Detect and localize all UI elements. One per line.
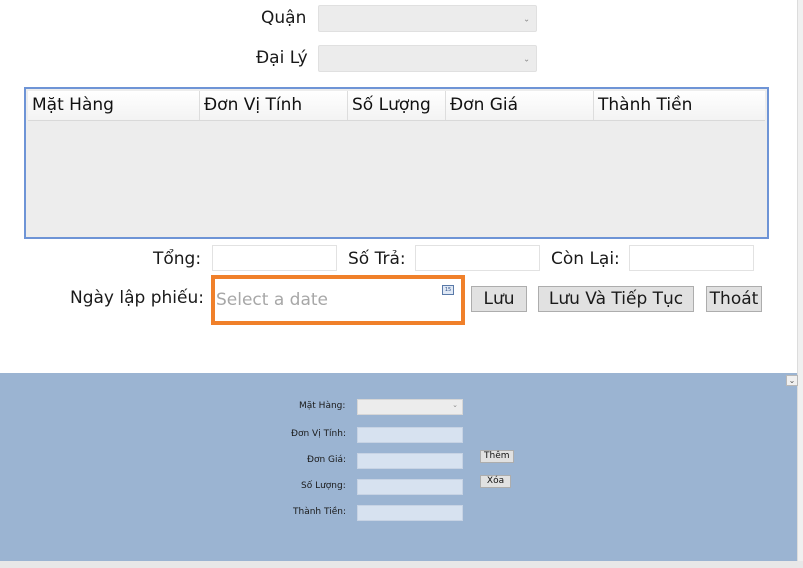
tong-field[interactable] (212, 245, 337, 271)
quan-label: Quận (261, 8, 307, 28)
thoat-button[interactable]: Thoát (706, 286, 762, 312)
panel-thanh-tien-field[interactable] (357, 505, 463, 521)
dai-ly-combobox[interactable]: ⌄ (318, 45, 537, 72)
ngay-lap-phieu-label: Ngày lập phiếu: (70, 288, 204, 308)
window-edge (797, 0, 803, 568)
column-header-don-vi-tinh[interactable]: Đơn Vị Tính (200, 91, 348, 120)
chevron-down-icon: ⌄ (523, 54, 530, 63)
so-tra-field[interactable] (415, 245, 540, 271)
them-button[interactable]: Thêm (480, 450, 514, 463)
con-lai-label: Còn Lại: (551, 249, 620, 269)
luu-button[interactable]: Lưu (471, 286, 527, 312)
collapse-panel-icon[interactable]: ⌄ (786, 375, 798, 386)
so-tra-label: Số Trả: (348, 249, 406, 269)
quan-combobox[interactable]: ⌄ (318, 5, 537, 32)
panel-mat-hang-combobox[interactable]: ⌄ (357, 399, 463, 415)
chevron-down-icon: ⌄ (523, 14, 530, 23)
column-header-don-gia[interactable]: Đơn Giá (446, 91, 594, 120)
xoa-button[interactable]: Xóa (480, 475, 511, 488)
panel-don-vi-tinh-label: Đơn Vị Tính: (291, 429, 347, 439)
luu-va-tiep-tuc-button[interactable]: Lưu Và Tiếp Tục (538, 286, 694, 312)
column-header-mat-hang[interactable]: Mặt Hàng (28, 91, 200, 120)
calendar-icon[interactable]: 15 (442, 285, 454, 295)
panel-so-luong-field[interactable] (357, 479, 463, 495)
column-header-so-luong[interactable]: Số Lượng (348, 91, 446, 120)
tong-label: Tổng: (153, 249, 202, 269)
con-lai-field[interactable] (629, 245, 754, 271)
date-placeholder: Select a date (216, 290, 329, 310)
panel-don-gia-field[interactable] (357, 453, 463, 469)
chevron-down-icon: ⌄ (452, 401, 458, 409)
panel-thanh-tien-label: Thành Tiền: (293, 507, 346, 517)
panel-so-luong-label: Số Lượng: (301, 481, 346, 491)
grid-header: Mặt Hàng Đơn Vị Tính Số Lượng Đơn Giá Th… (28, 91, 765, 121)
panel-don-gia-label: Đơn Giá: (307, 455, 347, 465)
items-grid[interactable]: Mặt Hàng Đơn Vị Tính Số Lượng Đơn Giá Th… (24, 87, 769, 239)
date-picker[interactable]: Select a date 15 (211, 275, 465, 325)
window-bottom-edge (0, 561, 803, 568)
column-header-thanh-tien[interactable]: Thành Tiền (594, 91, 769, 120)
dai-ly-label: Đại Lý (256, 48, 308, 68)
panel-mat-hang-label: Mặt Hàng: (299, 401, 346, 411)
item-detail-panel: Mặt Hàng: ⌄ Đơn Vị Tính: Đơn Giá: Số Lượ… (0, 373, 797, 561)
panel-don-vi-tinh-field[interactable] (357, 427, 463, 443)
